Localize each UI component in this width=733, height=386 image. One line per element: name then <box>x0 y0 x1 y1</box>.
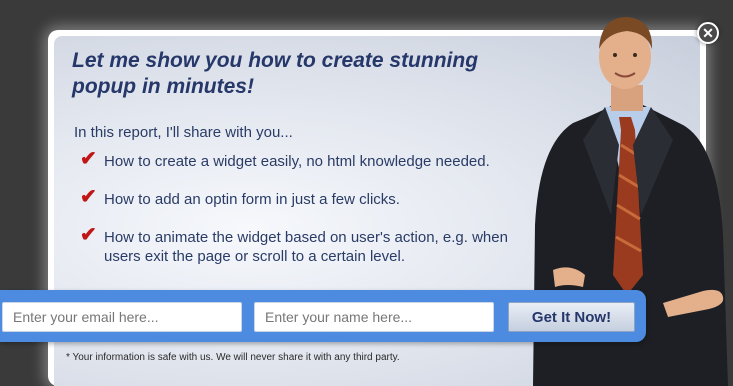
check-mark-icon: ✔ <box>80 148 97 170</box>
list-item-text: How to create a widget easily, no html k… <box>104 153 490 170</box>
list-item: ✔ How to animate the widget based on use… <box>78 224 538 266</box>
intro-text: In this report, I'll share with you... <box>74 124 293 141</box>
list-item: ✔ How to add an optin form in just a few… <box>78 186 538 209</box>
list-item-text: How to add an optin form in just a few c… <box>104 191 400 208</box>
list-item: ✔ How to create a widget easily, no html… <box>78 148 538 171</box>
check-mark-icon: ✔ <box>80 186 97 208</box>
name-input[interactable] <box>254 302 494 332</box>
list-item-text: How to animate the widget based on user'… <box>104 229 508 265</box>
check-mark-icon: ✔ <box>80 224 97 246</box>
benefits-list: ✔ How to create a widget easily, no html… <box>78 148 538 285</box>
optin-form-bar: Get It Now! <box>0 290 646 342</box>
close-icon[interactable]: ✕ <box>697 22 719 44</box>
get-it-now-button[interactable]: Get It Now! <box>508 302 635 332</box>
privacy-disclaimer: * Your information is safe with us. We w… <box>66 352 400 363</box>
popup-headline: Let me show you how to create stunning p… <box>72 49 479 98</box>
email-input[interactable] <box>2 302 242 332</box>
